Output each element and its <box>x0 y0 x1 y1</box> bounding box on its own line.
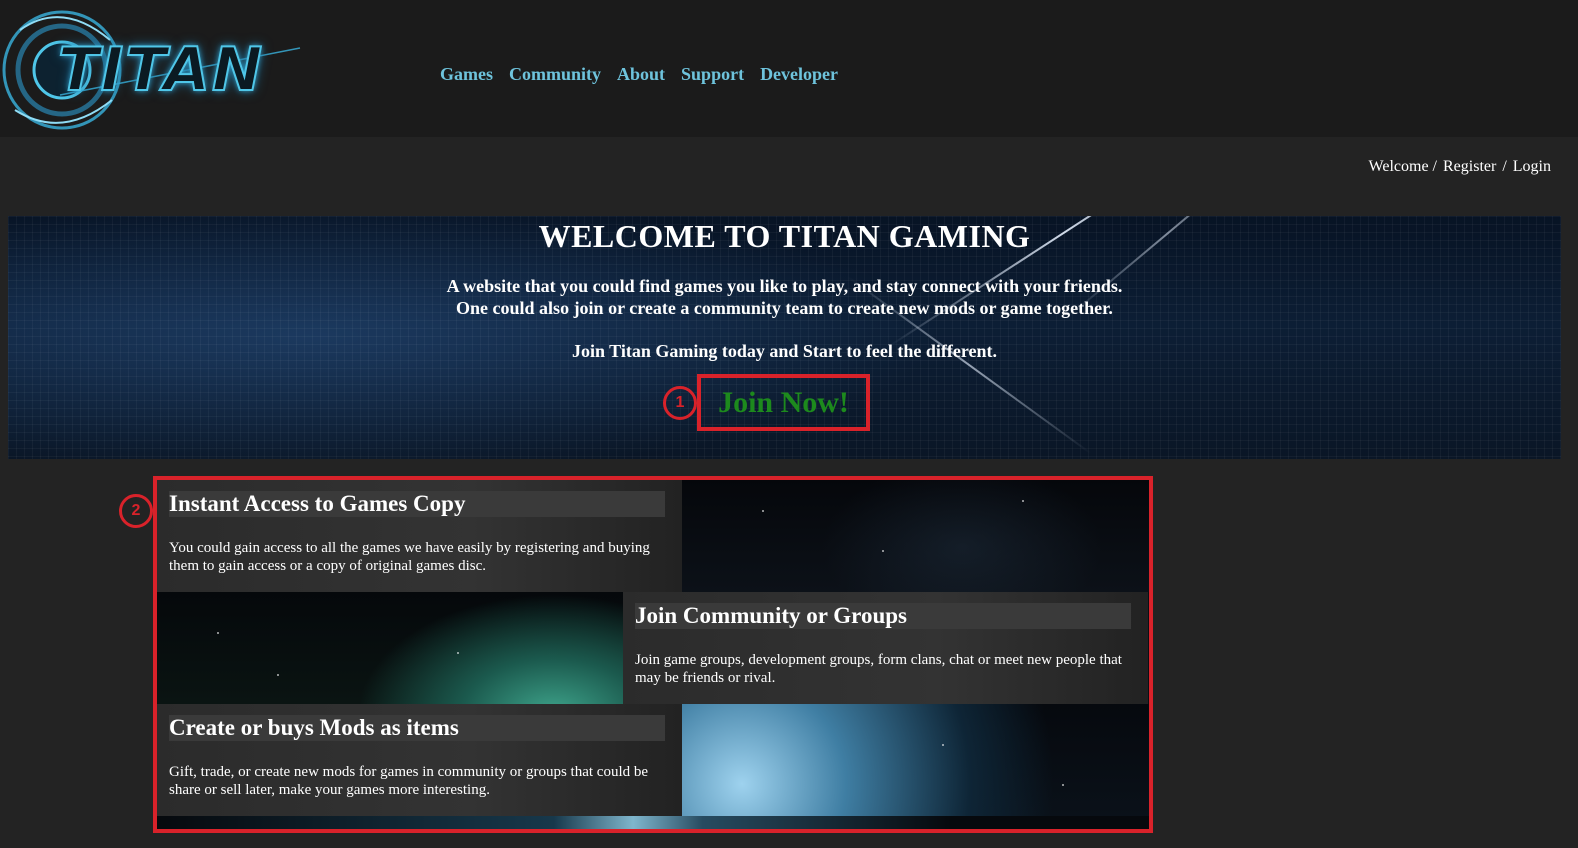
feature-text-panel: Instant Access to Games Copy You could g… <box>157 480 682 592</box>
nav-about[interactable]: About <box>617 64 665 85</box>
feature-text-panel: Join Community or Groups Join game group… <box>623 592 1148 704</box>
welcome-text: Welcome / <box>1368 158 1437 175</box>
hero-description: A website that you could find games you … <box>8 275 1561 319</box>
space-image <box>682 480 1149 592</box>
register-link[interactable]: Register <box>1443 158 1496 176</box>
nav-support[interactable]: Support <box>681 64 744 85</box>
nav-games[interactable]: Games <box>440 64 493 85</box>
feature-heading: Join Community or Groups <box>635 603 1131 629</box>
site-header: TITAN Games Community About Support Deve… <box>0 0 1578 137</box>
planet-image <box>682 704 1149 816</box>
hero-banner: WELCOME TO TITAN GAMING A website that y… <box>8 216 1561 459</box>
feature-heading: Create or buys Mods as items <box>169 715 665 741</box>
feature-text-panel: Create or buys Mods as items Gift, trade… <box>157 704 682 816</box>
user-links: Welcome / Register / Login <box>1369 158 1551 176</box>
user-links-separator: / <box>1502 158 1507 175</box>
hero-desc-line2: One could also join or create a communit… <box>456 298 1113 318</box>
annotation-marker-2: 2 <box>119 494 153 528</box>
main-nav: Games Community About Support Developer <box>440 64 838 85</box>
features-section: Instant Access to Games Copy You could g… <box>153 476 1153 833</box>
login-link[interactable]: Login <box>1513 158 1551 176</box>
features-bottom-image <box>157 816 1149 829</box>
nav-developer[interactable]: Developer <box>760 64 838 85</box>
nav-community[interactable]: Community <box>509 64 601 85</box>
join-now-button[interactable]: Join Now! <box>697 374 870 431</box>
feature-create-mods: Create or buys Mods as items Gift, trade… <box>157 704 1149 816</box>
logo-text: TITAN <box>57 35 265 105</box>
feature-heading: Instant Access to Games Copy <box>169 491 665 517</box>
annotation-marker-1: 1 <box>663 386 697 420</box>
feature-description: Join game groups, development groups, fo… <box>635 652 1122 686</box>
feature-description: Gift, trade, or create new mods for game… <box>169 764 649 798</box>
hero-title: WELCOME TO TITAN GAMING <box>538 218 1031 254</box>
hero-cta-text: Join Titan Gaming today and Start to fee… <box>571 341 997 361</box>
feature-description: You could gain access to all the games w… <box>169 540 650 574</box>
titan-logo[interactable]: TITAN <box>0 0 320 137</box>
nebula-image <box>157 592 623 704</box>
hero-desc-line1: A website that you could find games you … <box>446 276 1123 296</box>
feature-instant-access: Instant Access to Games Copy You could g… <box>157 480 1149 592</box>
feature-join-community: Join Community or Groups Join game group… <box>157 592 1149 704</box>
